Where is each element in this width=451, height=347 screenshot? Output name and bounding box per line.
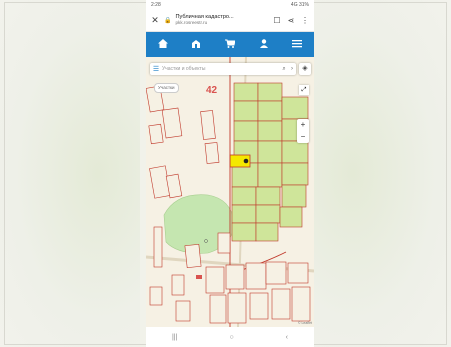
user-icon[interactable]	[254, 39, 274, 51]
recents-icon[interactable]: |||	[172, 334, 177, 341]
chevron-right-icon[interactable]: ›	[288, 66, 296, 72]
layer-chip[interactable]: Участки	[154, 83, 179, 93]
zoom-control: + −	[297, 119, 309, 143]
fullscreen-icon[interactable]: ⤢	[299, 85, 309, 95]
status-bar: 2:28 4G 31%	[146, 0, 314, 9]
zoom-out-button[interactable]: −	[297, 131, 309, 143]
more-icon[interactable]: ⋮	[300, 16, 310, 25]
menu-icon[interactable]	[287, 39, 307, 51]
android-nav-bar: ||| ○ ‹	[146, 327, 314, 347]
building-icon[interactable]	[186, 39, 206, 51]
zone-number: 42	[206, 85, 218, 96]
map-search-bar[interactable]: ☰ Участки и объекты ⌕ ›	[150, 63, 296, 75]
browser-title-block[interactable]: Публичная кадастро... pkk.rosreestr.ru	[175, 14, 268, 26]
browser-toolbar: ✕ 🔒 Публичная кадастро... pkk.rosreestr.…	[146, 9, 314, 32]
map-attribution: © Leaflet	[297, 321, 312, 325]
site-navbar	[146, 32, 314, 58]
share-icon[interactable]: ⋖	[286, 16, 296, 25]
phone-screen: 2:28 4G 31% ✕ 🔒 Публичная кадастро... pk…	[146, 0, 314, 347]
zoom-in-button[interactable]: +	[297, 119, 309, 131]
home-icon[interactable]	[153, 39, 173, 51]
lock-icon: 🔒	[164, 17, 172, 24]
cart-icon[interactable]	[220, 39, 240, 51]
status-time: 2:28	[151, 1, 161, 8]
back-icon[interactable]: ‹	[286, 334, 288, 341]
home-button-icon[interactable]: ○	[229, 334, 233, 341]
status-indicators: 4G 31%	[290, 1, 309, 8]
search-input[interactable]: Участки и объекты	[162, 66, 280, 72]
hamburger-icon[interactable]: ☰	[150, 65, 162, 73]
map-parcels	[146, 57, 314, 327]
page-url: pkk.rosreestr.ru	[175, 20, 208, 25]
close-icon[interactable]: ✕	[150, 15, 160, 26]
bookmark-icon[interactable]: ☐	[272, 16, 282, 25]
search-icon[interactable]: ⌕	[280, 66, 288, 73]
location-pin	[243, 158, 249, 164]
cadastral-map[interactable]: ☰ Участки и объекты ⌕ › ◈ Участки 42 ⤢ +…	[146, 57, 314, 327]
layers-icon[interactable]: ◈	[299, 63, 311, 75]
